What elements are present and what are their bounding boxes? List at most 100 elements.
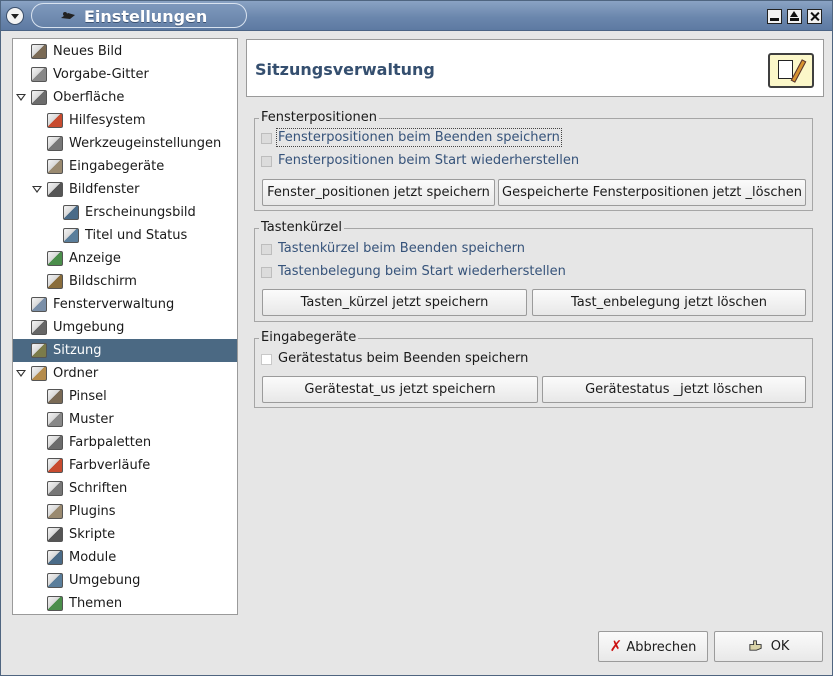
tree-item-script-folder[interactable]: Skripte — [13, 523, 237, 546]
tree-item-label: Oberfläche — [53, 90, 125, 105]
tree-item-help-system[interactable]: Hilfesystem — [13, 109, 237, 132]
tree-item-interface[interactable]: Oberfläche — [13, 86, 237, 109]
maximize-icon[interactable] — [787, 9, 802, 24]
folders-icon — [31, 366, 47, 381]
expander-icon[interactable] — [16, 370, 26, 377]
page-header: Sitzungsverwaltung — [246, 39, 824, 97]
clear-window-positions-button[interactable]: Gespeicherte Fensterpositionen jetzt _lö… — [498, 179, 806, 206]
restore-window-positions-checkbox[interactable] — [261, 156, 272, 167]
help-system-icon — [47, 113, 63, 128]
grid-icon — [31, 67, 47, 82]
save-device-status-now-button[interactable]: Gerätestat_us jetzt speichern — [262, 376, 538, 403]
image-window-icon — [47, 182, 63, 197]
session-icon — [31, 343, 47, 358]
shortcuts-group: Tastenkürzel Tastenkürzel beim Beenden s… — [254, 220, 813, 322]
tree-item-environment-folder[interactable]: Umgebung — [13, 569, 237, 592]
gimp-icon — [61, 12, 75, 19]
tree-item-window-management[interactable]: Fensterverwaltung — [13, 293, 237, 316]
module-folder-icon — [47, 550, 63, 565]
tree-item-input-devices[interactable]: Eingabegeräte — [13, 155, 237, 178]
tree-item-tool-options[interactable]: Werkzeugeinstellungen — [13, 132, 237, 155]
window-management-icon — [31, 297, 47, 312]
tree-item-theme-folder[interactable]: Themen — [13, 592, 237, 614]
preferences-tree[interactable]: Neues Bild Vorgabe-Gitter Oberfläche Hilfes… — [12, 38, 238, 615]
environment-folder-icon — [47, 573, 63, 588]
save-device-status-label[interactable]: Gerätestatus beim Beenden speichern — [278, 351, 528, 366]
title-status-icon — [63, 228, 79, 243]
tree-item-label: Anzeige — [69, 251, 121, 266]
page-title: Sitzungsverwaltung — [255, 60, 435, 79]
close-icon[interactable] — [807, 9, 822, 24]
window-positions-group: Fensterpositionen Fensterpositionen beim… — [254, 110, 813, 211]
restore-window-positions-label[interactable]: Fensterpositionen beim Start wiederherst… — [278, 153, 579, 168]
ok-button[interactable]: OK — [714, 631, 823, 662]
interface-icon — [31, 90, 47, 105]
tree-item-label: Erscheinungsbild — [85, 205, 196, 220]
tool-options-icon — [47, 136, 63, 151]
tree-item-label: Pinsel — [69, 389, 107, 404]
tree-item-label: Hilfesystem — [69, 113, 146, 128]
ok-label: OK — [770, 639, 790, 654]
tree-item-label: Neues Bild — [53, 44, 123, 59]
tree-item-appearance[interactable]: Erscheinungsbild — [13, 201, 237, 224]
cancel-label: Abbrechen — [626, 640, 697, 655]
tree-item-session[interactable]: Sitzung — [13, 339, 237, 362]
new-image-icon — [31, 44, 47, 59]
tree-item-monitor[interactable]: Bildschirm — [13, 270, 237, 293]
title-bar[interactable]: Einstellungen — [1, 1, 832, 31]
tree-item-image-window[interactable]: Bildfenster — [13, 178, 237, 201]
group-title: Tastenkürzel — [259, 220, 345, 235]
paper-icon — [778, 60, 793, 79]
tree-item-new-image[interactable]: Neues Bild — [13, 40, 237, 63]
display-icon — [47, 251, 63, 266]
tree-item-plugin-folder[interactable]: Plugins — [13, 500, 237, 523]
save-shortcuts-label[interactable]: Tastenkürzel beim Beenden speichern — [278, 241, 525, 256]
theme-folder-icon — [47, 596, 63, 611]
tree-item-font-folder[interactable]: Schriften — [13, 477, 237, 500]
tree-item-display[interactable]: Anzeige — [13, 247, 237, 270]
tree-item-pattern-folder[interactable]: Muster — [13, 408, 237, 431]
tree-item-label: Sitzung — [53, 343, 102, 358]
tree-item-grid[interactable]: Vorgabe-Gitter — [13, 63, 237, 86]
tree-item-brush-folder[interactable]: Pinsel — [13, 385, 237, 408]
pencil-icon — [790, 59, 807, 83]
save-device-status-checkbox[interactable] — [261, 354, 272, 365]
save-shortcuts-checkbox[interactable] — [261, 244, 272, 255]
tree-item-label: Umgebung — [53, 320, 125, 335]
tree-item-title-status[interactable]: Titel und Status — [13, 224, 237, 247]
save-window-positions-label[interactable]: Fensterpositionen beim Beenden speichern — [276, 128, 562, 147]
tree-item-label: Muster — [69, 412, 114, 427]
brush-folder-icon — [47, 389, 63, 404]
expander-icon[interactable] — [32, 186, 42, 193]
save-window-positions-now-button[interactable]: Fenster_positionen jetzt speichern — [262, 179, 495, 206]
restore-shortcuts-checkbox[interactable] — [261, 267, 272, 278]
input-devices-group: Eingabegeräte Gerätestatus beim Beenden … — [254, 330, 813, 408]
tree-item-label: Eingabegeräte — [69, 159, 165, 174]
tree-item-module-folder[interactable]: Module — [13, 546, 237, 569]
cancel-button[interactable]: ✗ Abbrechen — [598, 631, 708, 662]
ok-hand-icon — [748, 640, 762, 651]
minimize-icon[interactable] — [767, 9, 782, 24]
window-menu-icon[interactable] — [6, 7, 24, 25]
tree-item-label: Themen — [69, 596, 123, 611]
tree-item-palette-folder[interactable]: Farbpaletten — [13, 431, 237, 454]
tree-item-environment[interactable]: Umgebung — [13, 316, 237, 339]
expander-icon[interactable] — [16, 94, 26, 101]
save-window-positions-checkbox[interactable] — [261, 133, 272, 144]
tree-item-label: Titel und Status — [85, 228, 188, 243]
clear-device-status-button[interactable]: Gerätestatus _jetzt löschen — [542, 376, 806, 403]
clear-shortcuts-button[interactable]: Tast_enbelegung jetzt löschen — [532, 289, 806, 316]
window-title: Einstellungen — [84, 7, 208, 26]
tree-item-label: Plugins — [69, 504, 116, 519]
tree-item-gradient-folder[interactable]: Farbverläufe — [13, 454, 237, 477]
input-devices-icon — [47, 159, 63, 174]
save-shortcuts-now-button[interactable]: Tasten_kürzel jetzt speichern — [262, 289, 527, 316]
restore-shortcuts-label[interactable]: Tastenbelegung beim Start wiederherstell… — [278, 264, 566, 279]
preferences-window: Einstellungen Neues Bild Vorgabe-Gitter Ob… — [0, 0, 833, 676]
tree-item-folders[interactable]: Ordner — [13, 362, 237, 385]
tree-item-label: Umgebung — [69, 573, 141, 588]
gradient-folder-icon — [47, 458, 63, 473]
font-folder-icon — [47, 481, 63, 496]
tree-item-label: Skripte — [69, 527, 116, 542]
tree-item-label: Werkzeugeinstellungen — [69, 136, 222, 151]
